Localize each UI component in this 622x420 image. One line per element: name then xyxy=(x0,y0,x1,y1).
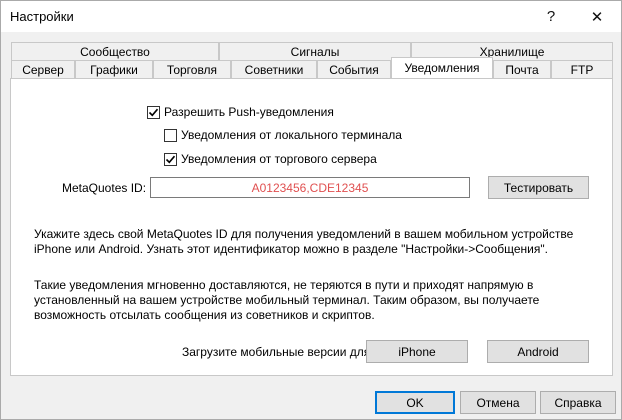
window-title: Настройки xyxy=(10,9,74,24)
tab-community[interactable]: Сообщество xyxy=(11,42,219,60)
notifications-panel: Разрешить Push-уведомления Уведомления о… xyxy=(10,78,613,376)
tab-trade[interactable]: Торговля xyxy=(153,60,231,78)
tab-notifications[interactable]: Уведомления xyxy=(391,57,493,78)
info-text-delivery: Такие уведомления мгновенно доставляются… xyxy=(34,278,540,322)
trade-server-checkbox[interactable]: Уведомления от торгового сервера xyxy=(164,152,377,166)
help-button[interactable]: Справка xyxy=(540,391,616,414)
local-terminal-label: Уведомления от локального терминала xyxy=(181,128,402,142)
tab-events[interactable]: События xyxy=(317,60,391,78)
tab-charts[interactable]: Графики xyxy=(75,60,153,78)
help-title-button[interactable]: ? xyxy=(531,1,571,32)
checkbox-unchecked-icon[interactable] xyxy=(164,128,177,142)
download-label: Загрузите мобильные версии для: xyxy=(182,345,374,359)
cancel-button[interactable]: Отмена xyxy=(460,391,536,414)
help-icon: ? xyxy=(546,8,556,25)
android-button[interactable]: Android xyxy=(487,340,589,363)
enable-push-checkbox[interactable]: Разрешить Push-уведомления xyxy=(147,105,334,119)
checkbox-checked-icon[interactable] xyxy=(164,152,177,166)
settings-dialog: Настройки ? ✕ Сообщество Сигналы Хранили… xyxy=(0,0,622,420)
tab-experts[interactable]: Советники xyxy=(231,60,317,78)
metaquotes-id-input[interactable]: A0123456,CDE12345 xyxy=(150,177,470,198)
metaquotes-id-label: MetaQuotes ID: xyxy=(62,181,147,195)
iphone-button[interactable]: iPhone xyxy=(366,340,468,363)
tab-server[interactable]: Сервер xyxy=(11,60,75,78)
tab-signals[interactable]: Сигналы xyxy=(219,42,411,60)
tab-ftp[interactable]: FTP xyxy=(551,60,613,78)
trade-server-label: Уведомления от торгового сервера xyxy=(181,152,377,166)
info-text-metaquotes: Укажите здесь свой MetaQuotes ID для пол… xyxy=(34,227,574,256)
checkbox-checked-icon[interactable] xyxy=(147,105,160,119)
title-bar: Настройки ? ✕ xyxy=(1,1,621,32)
tab-mail[interactable]: Почта xyxy=(493,60,551,78)
test-button[interactable]: Тестировать xyxy=(488,176,589,199)
close-icon: ✕ xyxy=(590,8,604,26)
enable-push-label: Разрешить Push-уведомления xyxy=(164,105,334,119)
local-terminal-checkbox[interactable]: Уведомления от локального терминала xyxy=(164,128,402,142)
close-button[interactable]: ✕ xyxy=(577,1,617,32)
ok-button[interactable]: OK xyxy=(375,391,455,414)
